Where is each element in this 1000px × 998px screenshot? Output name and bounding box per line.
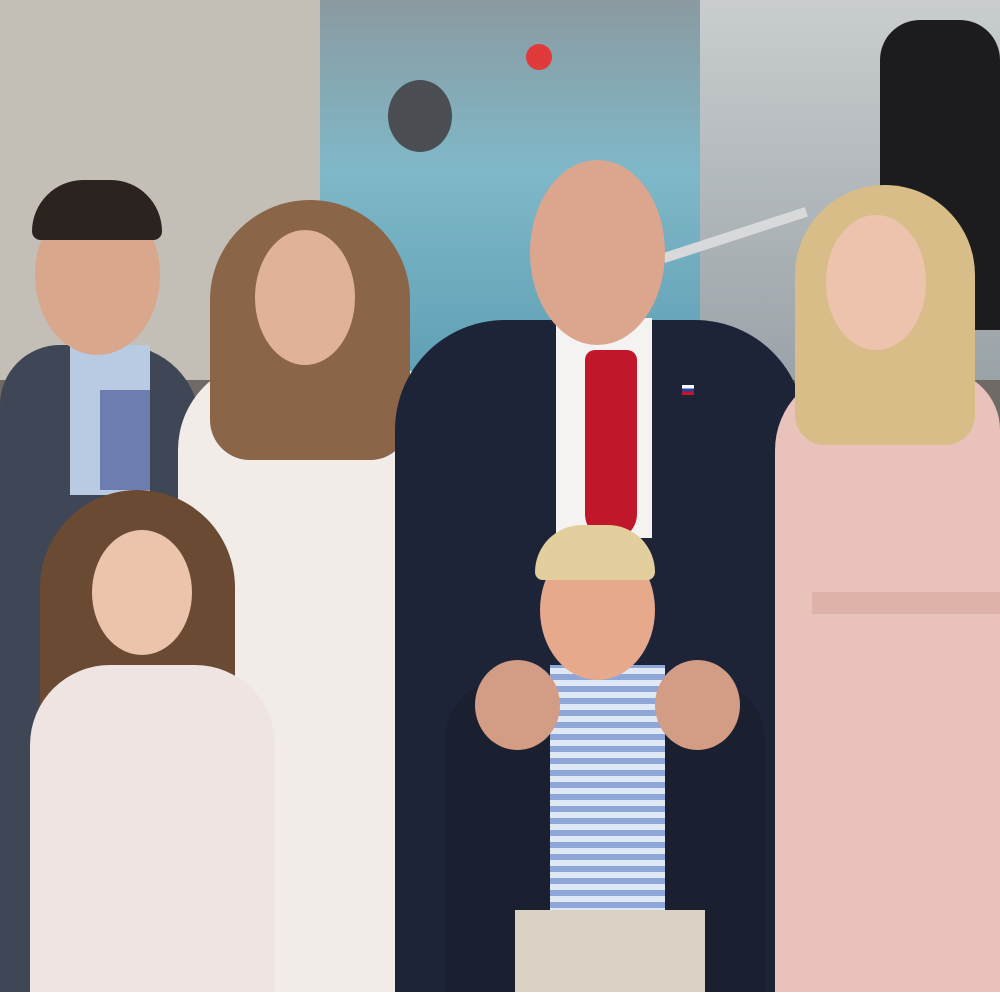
hand-right bbox=[655, 660, 740, 750]
security-camera bbox=[388, 80, 452, 152]
person-left-man-tie bbox=[100, 390, 150, 490]
person-girl-dress bbox=[30, 665, 275, 992]
person-right-woman-face bbox=[826, 215, 926, 350]
red-light bbox=[526, 44, 552, 70]
lapel-pin-icon bbox=[682, 385, 694, 395]
person-small-man-shirt bbox=[550, 665, 665, 920]
person-small-man-pants bbox=[515, 910, 705, 992]
person-center-man-face bbox=[530, 160, 665, 345]
person-right-woman-belt bbox=[812, 592, 1000, 614]
person-woman-face bbox=[255, 230, 355, 365]
person-right-woman-coat bbox=[775, 370, 1000, 992]
hand-left bbox=[475, 660, 560, 750]
person-girl-face bbox=[92, 530, 192, 655]
person-center-man-tie bbox=[585, 350, 637, 540]
photo-scene bbox=[0, 0, 1000, 992]
